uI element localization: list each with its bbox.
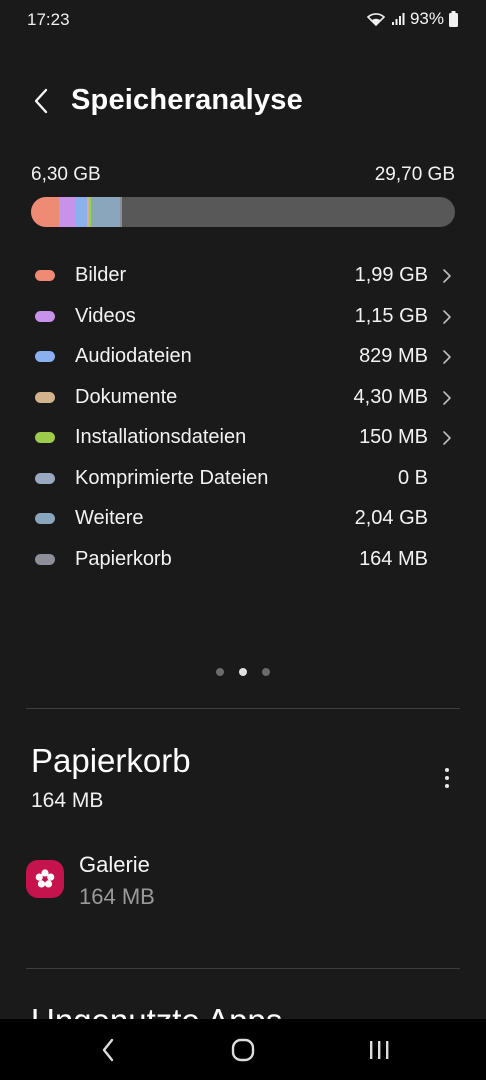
signal-icon	[391, 12, 405, 26]
category-color-dot	[35, 270, 55, 281]
category-name: Komprimierte Dateien	[75, 466, 269, 489]
chevron-right-icon	[443, 350, 451, 364]
category-row: Weitere 2,04 GB	[0, 499, 486, 540]
category-name: Weitere	[75, 507, 144, 529]
category-size: 0 B	[397, 466, 428, 489]
chevron-right-icon	[443, 431, 451, 445]
status-icons: 93%	[366, 9, 458, 29]
storage-bar-segment	[90, 197, 121, 227]
gallery-flower-icon	[26, 860, 64, 898]
app-header: Speicheranalyse	[0, 80, 486, 124]
back-button[interactable]	[26, 86, 56, 116]
wifi-icon	[366, 11, 386, 27]
category-name: Audiodateien	[75, 345, 192, 367]
back-nav-icon	[102, 1038, 114, 1062]
category-size: 150 MB	[359, 426, 428, 448]
category-color-dot	[35, 391, 55, 403]
storage-bar-segment	[59, 197, 76, 227]
nav-home-button[interactable]	[223, 1034, 263, 1066]
category-size: 829 MB	[359, 345, 428, 367]
category-row[interactable]: Installationsdateien 150 MB	[0, 418, 486, 459]
app-name: Galerie	[79, 852, 150, 877]
more-options-button[interactable]	[438, 764, 456, 792]
screen: 17:23 93% Speicheranalyse 6,30 GB 29,70 …	[0, 0, 486, 1080]
category-size: 2,04 GB	[354, 507, 428, 529]
category-size: 4,30 MB	[353, 385, 428, 408]
category-row: Papierkorb 164 MB	[0, 540, 486, 581]
total-storage-label: 29,70 GB	[374, 164, 455, 185]
recents-nav-icon	[370, 1041, 389, 1059]
nav-back-button[interactable]	[88, 1034, 128, 1066]
storage-bar-segment	[31, 197, 60, 227]
category-row[interactable]: Audiodateien 829 MB	[0, 337, 486, 378]
battery-percent: 93%	[409, 9, 444, 28]
category-name: Bilder	[75, 264, 127, 286]
category-color-dot	[35, 310, 55, 322]
nav-recents-button[interactable]	[359, 1034, 399, 1066]
status-time: 17:23	[27, 10, 70, 29]
storage-bar-segment	[75, 197, 88, 227]
chevron-right-icon	[443, 390, 451, 405]
category-color-dot	[35, 432, 55, 443]
category-row[interactable]: Videos 1,15 GB	[0, 297, 486, 338]
category-name: Installationsdateien	[75, 426, 247, 448]
category-row[interactable]: Dokumente 4,30 MB	[0, 378, 486, 419]
category-color-dot	[35, 351, 55, 362]
category-size: 164 MB	[359, 547, 428, 570]
category-color-dot	[35, 472, 55, 484]
page-title: Speicheranalyse	[71, 84, 303, 116]
page-indicator	[0, 668, 486, 676]
category-name: Papierkorb	[75, 547, 172, 570]
trash-section-title: Papierkorb	[31, 742, 191, 779]
category-list: Bilder 1,99 GB Videos 1,15 GB Audiodateien 82…	[0, 256, 486, 580]
used-storage-label: 6,30 GB	[31, 164, 101, 185]
section-divider	[26, 708, 460, 709]
category-size: 1,99 GB	[354, 264, 428, 286]
category-size: 1,15 GB	[354, 304, 428, 327]
category-name: Videos	[75, 304, 136, 327]
category-name: Dokumente	[75, 385, 178, 408]
navigation-bar	[0, 1019, 486, 1080]
page-dot[interactable]	[239, 668, 247, 676]
chevron-right-icon	[443, 269, 451, 283]
storage-usage-bar	[31, 197, 455, 227]
category-color-dot	[35, 553, 55, 565]
battery-icon	[449, 11, 458, 27]
category-row[interactable]: Bilder 1,99 GB	[0, 256, 486, 297]
section-divider	[26, 968, 460, 969]
storage-bar-segment	[120, 197, 123, 227]
trash-section-size: 164 MB	[31, 789, 104, 812]
trash-app-row[interactable]: Galerie 164 MB	[0, 846, 486, 916]
page-dot[interactable]	[262, 668, 270, 676]
back-arrow-icon	[34, 88, 48, 114]
page-dot[interactable]	[216, 668, 224, 676]
home-nav-icon	[231, 1038, 255, 1062]
category-row: Komprimierte Dateien 0 B	[0, 459, 486, 500]
app-size: 164 MB	[79, 884, 155, 909]
chevron-right-icon	[443, 309, 451, 324]
category-color-dot	[35, 513, 55, 524]
status-bar: 17:23 93%	[0, 0, 486, 40]
more-vertical-icon	[445, 768, 449, 772]
